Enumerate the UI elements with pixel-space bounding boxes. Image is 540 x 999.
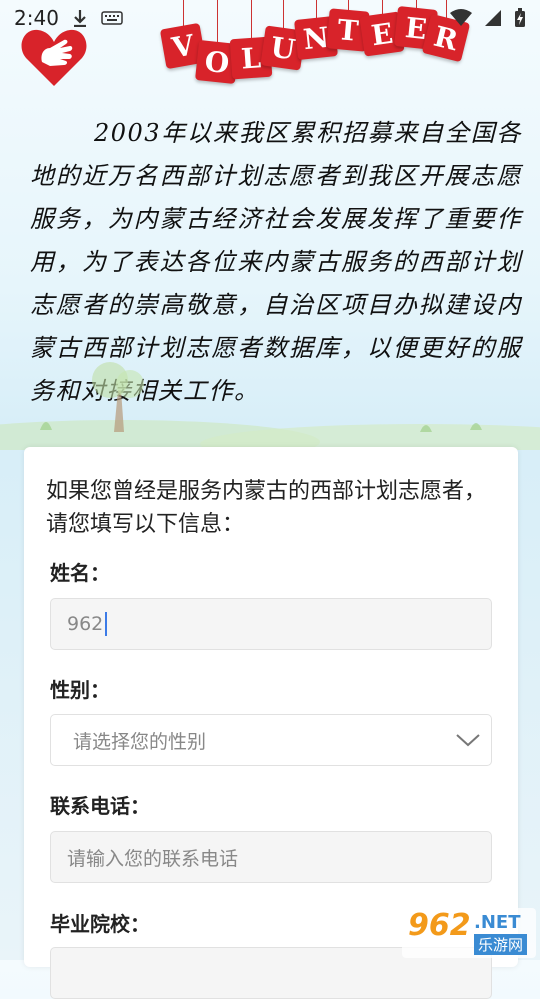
gender-select[interactable]: 请选择您的性别	[50, 714, 492, 766]
name-label: 姓名：	[50, 561, 110, 585]
name-value: 962	[67, 613, 104, 635]
status-bar: 2:40	[0, 0, 540, 36]
phone-input[interactable]: 请输入您的联系电话	[50, 831, 492, 883]
keyboard-icon	[101, 11, 123, 25]
gender-placeholder: 请选择您的性别	[73, 730, 207, 753]
landscape-illustration	[0, 362, 540, 450]
school-label: 毕业院校：	[50, 912, 150, 936]
phone-placeholder: 请输入您的联系电话	[67, 847, 239, 870]
wifi-icon	[450, 9, 472, 26]
download-icon	[73, 10, 86, 27]
chevron-down-icon	[456, 734, 480, 747]
volunteer-form-card: 如果您曾经是服务内蒙古的西部计划志愿者，请您填写以下信息： 姓名： 962 性别…	[24, 447, 518, 999]
text-cursor	[105, 612, 108, 636]
battery-icon	[515, 8, 525, 27]
phone-label: 联系电话：	[50, 794, 150, 818]
status-time: 2:40	[14, 6, 59, 30]
watermark-number: 962	[408, 908, 471, 943]
name-input[interactable]: 962	[50, 598, 492, 650]
watermark-cn: 乐游网	[474, 934, 528, 955]
gender-label: 性别：	[50, 678, 110, 702]
site-watermark: 962 .NET 乐游网	[402, 908, 536, 958]
watermark-net: .NET	[474, 912, 521, 933]
form-intro: 如果您曾经是服务内蒙古的西部计划志愿者，请您填写以下信息：	[46, 479, 487, 537]
signal-icon	[485, 10, 501, 26]
